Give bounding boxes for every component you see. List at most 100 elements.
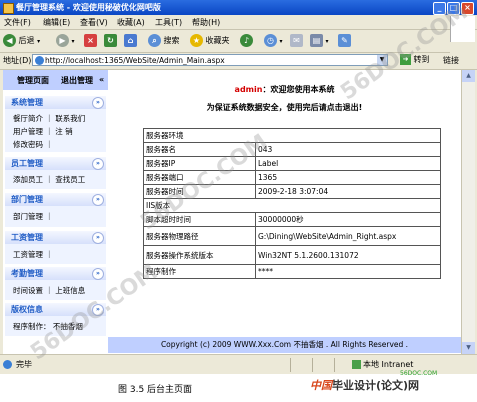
section-staff-body: 添加员工 ｜ 查找员工 [5,170,106,189]
chevron-icon[interactable]: » [92,158,104,170]
tab-logout[interactable]: 退出管理 [61,75,93,86]
back-arrow-icon: ◀ [3,34,16,47]
chevron-icon[interactable]: » [92,97,104,109]
forward-dropdown-icon: ▾ [71,38,75,45]
home-button[interactable]: ⌂ [124,33,137,49]
close-button[interactable]: × [461,2,474,15]
table-cell-label: 服务器物理路径 [143,226,256,246]
page-icon [35,56,44,65]
author-line: 程序制作： 不抽香烟 [13,322,83,331]
search-label: 搜索 [163,36,180,45]
star-icon: ★ [190,34,203,47]
table-cell-value: Label [255,156,441,171]
vertical-scrollbar[interactable]: ▲ ▼ [461,70,475,354]
home-icon: ⌂ [124,34,137,47]
section-system-body: 餐厅简介 ｜ 联系我们 用户管理 ｜ 注 销 修改密码 ｜ [5,109,106,152]
table-row: 服务器环境 [143,128,441,143]
menu-links-line[interactable]: 餐厅简介 ｜ 联系我们 [13,113,85,124]
scroll-up-icon[interactable]: ▲ [462,70,475,82]
refresh-button[interactable]: ↻ [104,33,117,49]
menu-links-line[interactable]: 工资管理 ｜ [13,249,53,260]
main-panel: admin：欢迎您使用本系统 为保证系统数据安全，使用完后请点击退出! 服务器环… [108,70,461,354]
print-dropdown-icon: ▾ [325,38,329,45]
links-button[interactable]: 链接 [443,55,459,66]
table-row: 服务器名 043 [143,142,441,157]
history-icon: ◷ [264,34,277,47]
section-dept-header[interactable]: 部门管理 » [5,193,106,206]
section-salary-body: 工资管理 ｜ [5,244,106,264]
print-icon: ▤ [310,34,323,47]
figure-caption: 图 3.5 后台主页面 [118,385,193,395]
security-zone-label: 本地 Intranet [363,360,414,369]
forward-button[interactable]: ▶ ▾ [56,33,75,49]
print-button[interactable]: ▤ ▾ [310,33,329,49]
tab-admin-page[interactable]: 管理页面 [17,75,49,86]
section-copyright-body: 程序制作： 不抽香烟 [5,316,106,336]
back-button[interactable]: ◀ 后退 ▾ [3,33,40,49]
go-button[interactable]: ➜ 转到 [400,54,430,66]
section-title: 工资管理 [11,233,43,242]
menu-edit[interactable]: 编辑(E) [43,17,70,28]
stop-button[interactable]: × [84,33,97,49]
section-attendance-header[interactable]: 考勤管理 » [5,267,106,280]
chevron-icon[interactable]: » [92,194,104,206]
title-bar[interactable]: 餐厅管理系统 - 欢迎使用秘破优化网吧版 _ □ × [0,0,477,15]
address-input[interactable]: http://localhost:1365/WebSite/Admin_Main… [32,54,388,66]
favorites-button[interactable]: ★ 收藏夹 [190,33,230,49]
scroll-down-icon[interactable]: ▼ [462,342,475,354]
chevron-icon[interactable]: » [92,232,104,244]
section-system-header[interactable]: 系统管理 » [5,96,106,109]
refresh-icon: ↻ [104,34,117,47]
address-dropdown-icon[interactable]: ▼ [377,55,387,65]
welcome-text: ：欢迎您使用本系统 [262,85,335,94]
table-cell-label: 脚本超时时间 [143,212,256,227]
menu-favorites[interactable]: 收藏(A) [117,17,145,28]
intranet-zone-icon [352,360,361,369]
menu-links-line[interactable]: 添加员工 ｜ 查找员工 [13,174,85,185]
chevron-icon[interactable]: » [92,304,104,316]
section-salary-header[interactable]: 工资管理 » [5,231,106,244]
menu-links-line[interactable]: 时间设置 ｜ 上班信息 [13,285,85,296]
status-divider [312,358,313,372]
history-button[interactable]: ◷ ▾ [264,33,283,49]
status-divider [290,358,291,372]
table-row: 脚本超时时间 30000000秒 [143,212,441,227]
sidebar-header: 管理页面 退出管理 « [3,70,108,92]
address-label: 地址(D) [3,56,32,65]
minimize-button[interactable]: _ [433,2,446,15]
forward-arrow-icon: ▶ [56,34,69,47]
section-staff-header[interactable]: 员工管理 » [5,157,106,170]
table-row: IIS版本 [143,198,441,213]
search-button[interactable]: ⌕ 搜索 [148,33,180,49]
media-icon: ♪ [240,34,253,47]
table-cell-label: 服务器操作系统版本 [143,245,256,265]
stop-icon: × [84,34,97,47]
menu-file[interactable]: 文件(F) [4,17,31,28]
edit-button[interactable]: ✎ [338,33,351,49]
watermark-small-text: 56DOC.COM [400,370,438,377]
security-tip: 为保证系统数据安全，使用完后请点击退出! [206,103,363,112]
menu-view[interactable]: 查看(V) [80,17,108,28]
media-button[interactable]: ♪ [240,33,253,49]
copyright-footer: Copyright (c) 2009 WWW.Xxx.Com 不抽香烟 . Al… [108,337,461,353]
menu-links-line[interactable]: 部门管理 ｜ [13,211,53,222]
section-title: 系统管理 [11,98,43,107]
table-cell-label: 服务器时间 [143,184,256,199]
windows-logo-icon [450,16,475,42]
section-copyright-header[interactable]: 版权信息 » [5,303,106,316]
go-label: 转到 [413,55,430,64]
menu-tools[interactable]: 工具(T) [155,17,182,28]
back-label: 后退 [18,36,35,45]
mail-icon: ✉ [290,34,303,47]
collapse-sidebar-icon[interactable]: « [99,75,104,84]
mail-button[interactable]: ✉ [290,33,303,49]
menu-help[interactable]: 帮助(H) [192,17,220,28]
table-row: 服务器操作系统版本 Win32NT 5.1.2600.131072 [143,245,441,265]
chevron-icon[interactable]: » [92,268,104,280]
menu-bar: 文件(F) 编辑(E) 查看(V) 收藏(A) 工具(T) 帮助(H) [0,15,477,30]
welcome-username: admin [234,85,263,94]
maximize-button[interactable]: □ [447,2,460,15]
status-divider [334,358,335,372]
menu-links-line[interactable]: 用户管理 ｜ 注 销 [13,126,73,137]
menu-links-line[interactable]: 修改密码 ｜ [13,139,53,150]
